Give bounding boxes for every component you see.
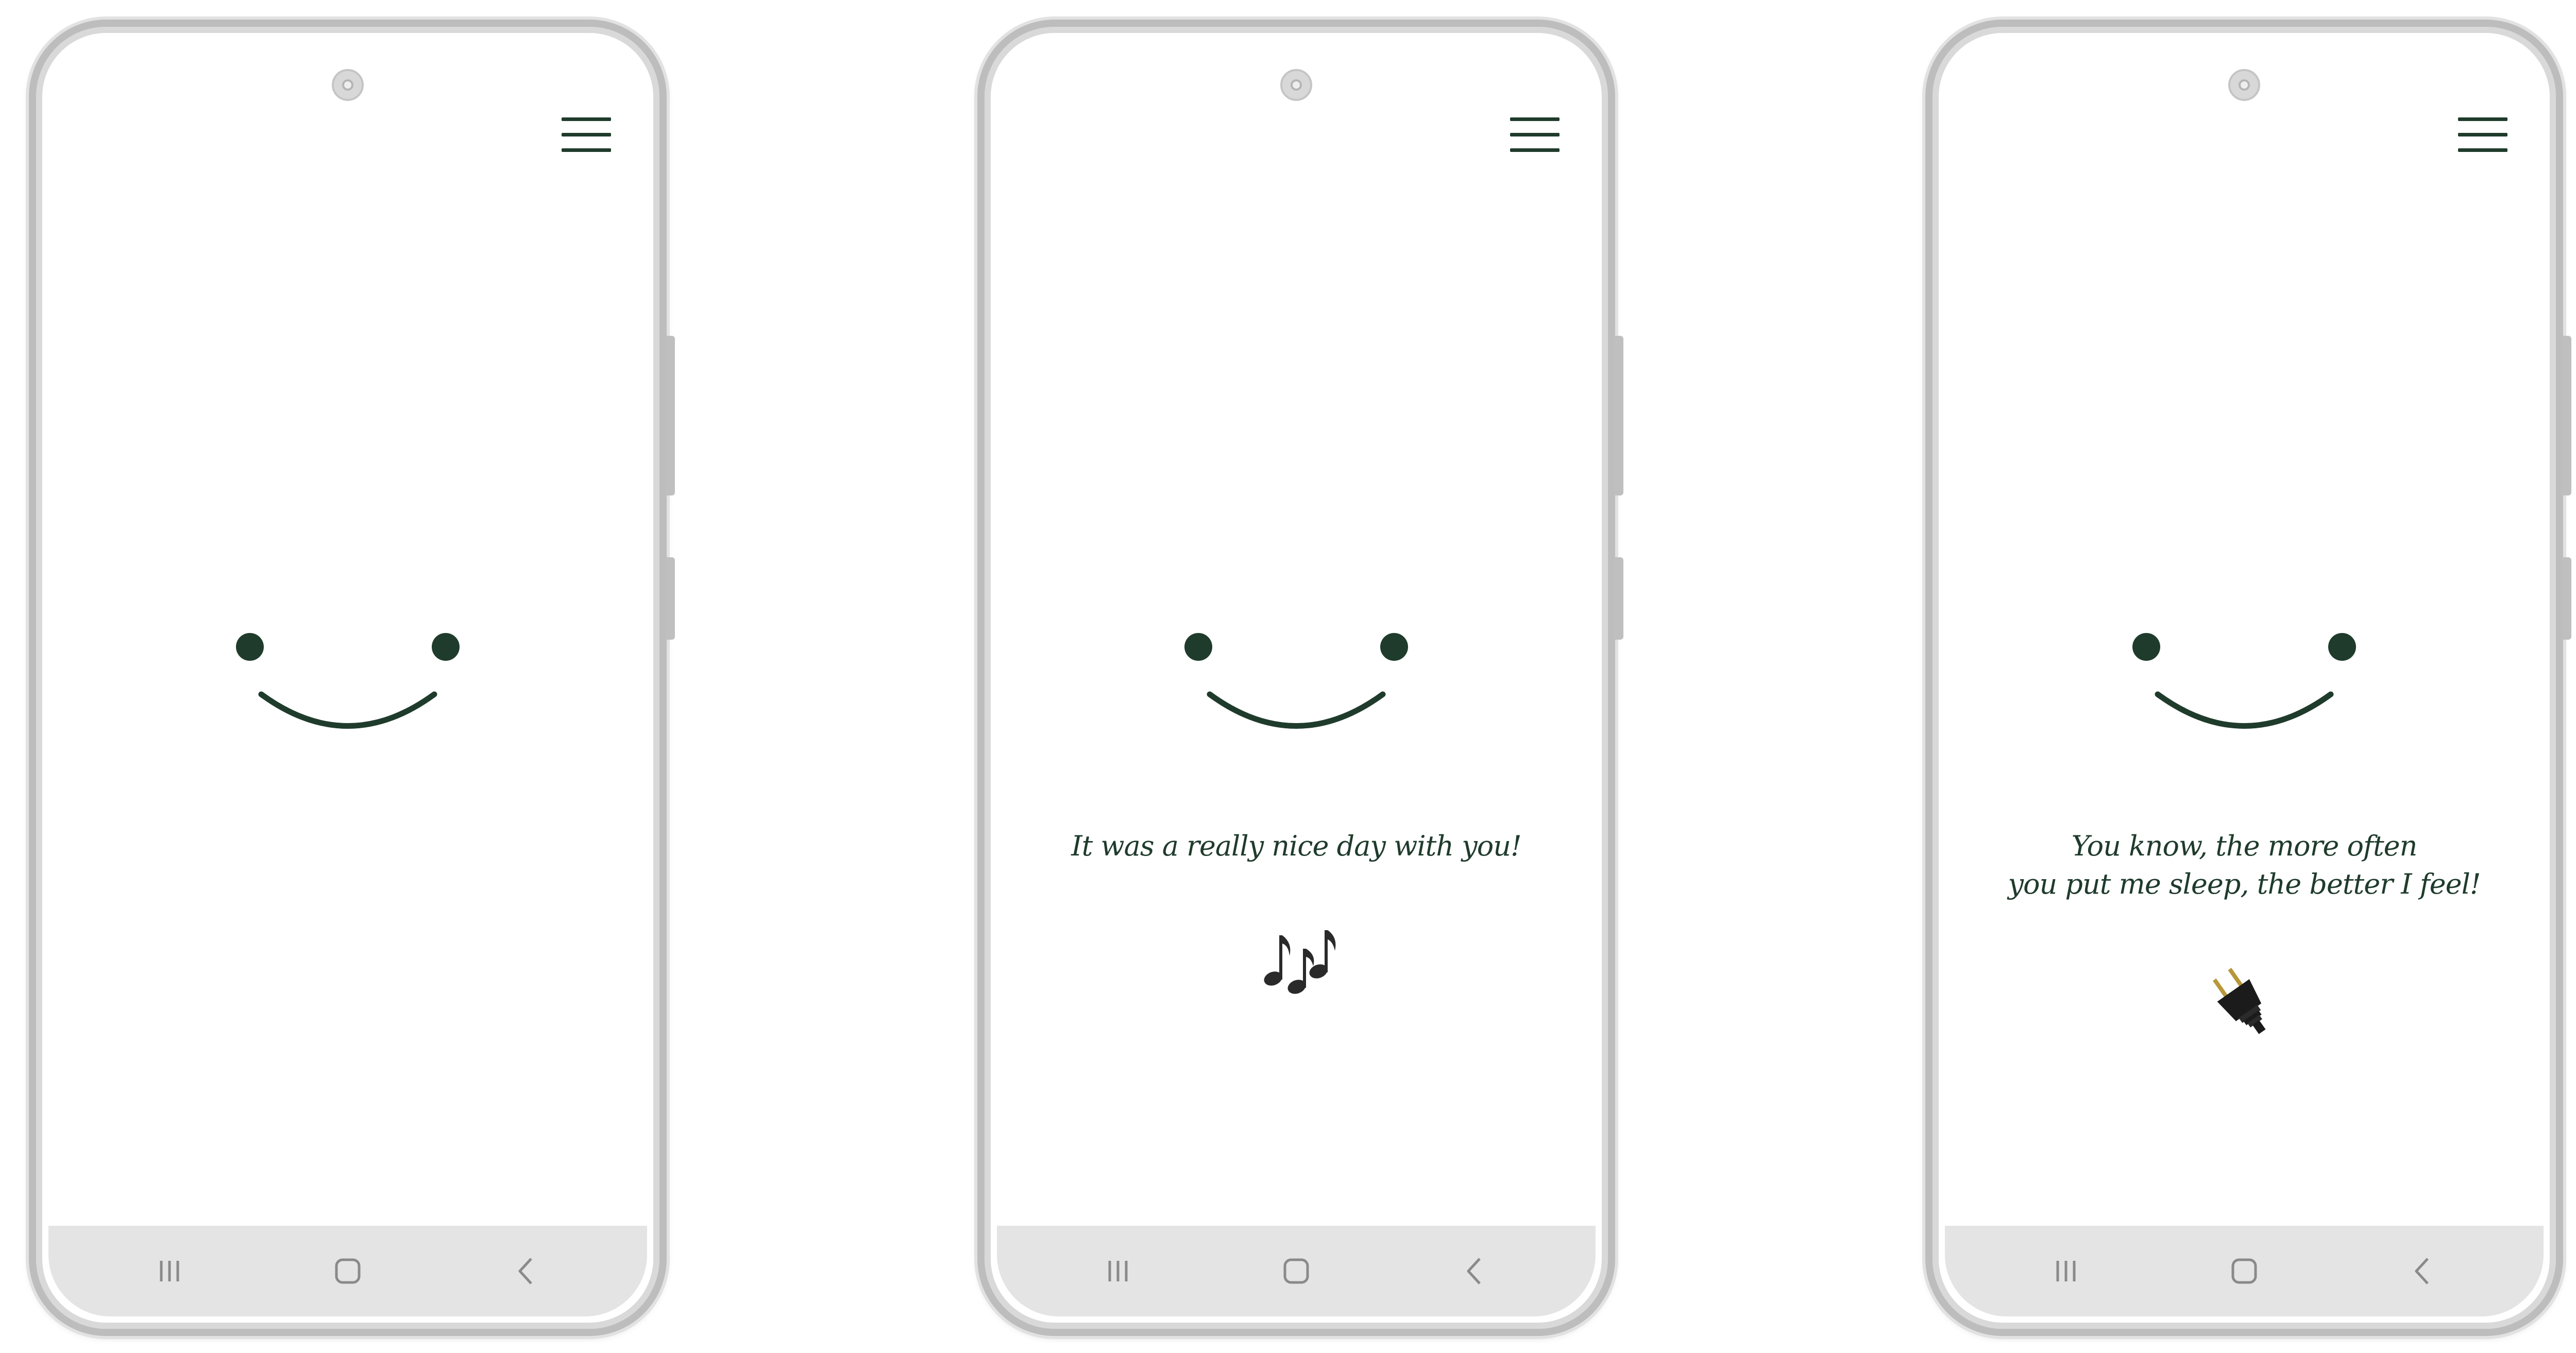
- navigation-bar: [48, 1226, 647, 1316]
- front-camera-icon: [332, 69, 364, 101]
- front-camera-icon: [2228, 69, 2260, 101]
- back-icon[interactable]: [505, 1251, 547, 1292]
- recent-apps-icon[interactable]: [2045, 1251, 2087, 1292]
- message-line: you put me sleep, the better I feel!: [2008, 868, 2481, 900]
- phone-screen: It was a really nice day with you!: [997, 39, 1596, 1316]
- back-icon[interactable]: [1454, 1251, 1495, 1292]
- navigation-bar: [1945, 1226, 2544, 1316]
- power-button: [666, 557, 675, 640]
- smiley-face-icon: [1184, 633, 1408, 729]
- home-icon[interactable]: [1276, 1251, 1317, 1292]
- back-icon[interactable]: [2402, 1251, 2443, 1292]
- power-button: [1614, 557, 1623, 640]
- assistant-message: You know, the more often you put me slee…: [1945, 827, 2544, 903]
- phone-screen: [48, 39, 647, 1316]
- smiley-face-icon: [236, 633, 460, 729]
- message-line: You know, the more often: [2071, 830, 2418, 862]
- recent-apps-icon[interactable]: [149, 1251, 190, 1292]
- hamburger-menu-icon[interactable]: [2458, 116, 2507, 153]
- volume-button: [666, 336, 675, 495]
- electric-plug-icon: [2200, 956, 2288, 1043]
- navigation-bar: [997, 1226, 1596, 1316]
- hamburger-menu-icon[interactable]: [1510, 116, 1560, 153]
- front-camera-icon: [1280, 69, 1312, 101]
- phone-mockup-3: You know, the more often you put me slee…: [1925, 20, 2571, 1336]
- volume-button: [1614, 336, 1623, 495]
- assistant-message: It was a really nice day with you!: [997, 827, 1596, 865]
- volume-button: [2562, 336, 2571, 495]
- phone-mockup-2: It was a really nice day with you!: [977, 20, 1623, 1336]
- home-icon[interactable]: [2224, 1251, 2265, 1292]
- musical-notes-icon: [1252, 915, 1340, 1002]
- phone-mockup-1: [29, 20, 675, 1336]
- smiley-face-icon: [2132, 633, 2356, 729]
- recent-apps-icon[interactable]: [1097, 1251, 1139, 1292]
- home-icon[interactable]: [327, 1251, 368, 1292]
- phone-screen: You know, the more often you put me slee…: [1945, 39, 2544, 1316]
- message-line: It was a really nice day with you!: [1071, 830, 1522, 862]
- power-button: [2562, 557, 2571, 640]
- hamburger-menu-icon[interactable]: [562, 116, 611, 153]
